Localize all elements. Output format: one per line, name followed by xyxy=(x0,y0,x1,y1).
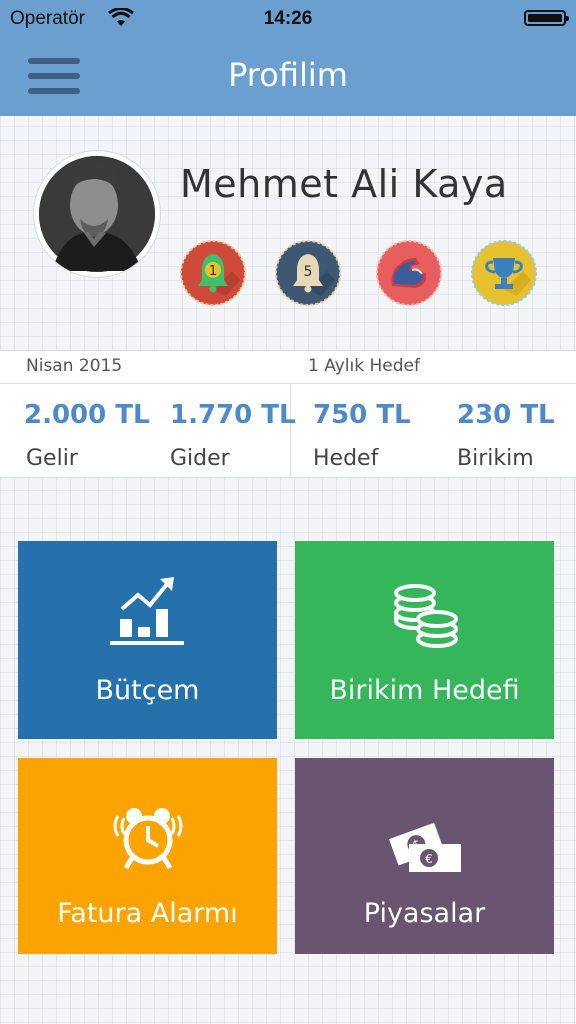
savings-goal-tile-label: Birikim Hedefi xyxy=(329,675,520,706)
page-title: Profilim xyxy=(228,56,348,94)
money-icon: $ € xyxy=(388,822,461,872)
badge-bell-1-icon[interactable]: 1 xyxy=(180,240,246,306)
svg-text:€: € xyxy=(425,852,433,866)
alarm-clock-icon xyxy=(113,808,183,870)
badge-bell-5-icon[interactable]: 5 xyxy=(275,240,341,306)
summary-divider xyxy=(290,384,291,478)
profile-name: Mehmet Ali Kaya xyxy=(180,162,508,206)
status-time: 14:26 xyxy=(263,8,313,29)
status-bar: Operatör 14:26 xyxy=(0,0,576,36)
badge-trophy-icon[interactable] xyxy=(471,240,537,306)
avatar[interactable] xyxy=(34,151,160,277)
income-value: 2.000 TL xyxy=(24,400,150,430)
expense-label: Gider xyxy=(170,446,230,471)
savings-value: 230 TL xyxy=(457,400,555,430)
savings-goal-tile[interactable]: Birikim Hedefi xyxy=(295,541,554,739)
chart-up-icon xyxy=(110,577,184,645)
savings-label: Birikim xyxy=(457,446,534,471)
battery-icon xyxy=(524,10,569,26)
coins-icon xyxy=(394,584,458,648)
bill-alarm-tile[interactable]: Fatura Alarmı xyxy=(18,758,277,954)
income-label: Gelir xyxy=(26,446,78,471)
avatar-photo xyxy=(39,156,155,272)
budget-tile-label: Bütçem xyxy=(95,675,200,706)
markets-tile[interactable]: $ € Piyasalar xyxy=(295,758,554,954)
svg-text:5: 5 xyxy=(304,264,313,280)
target-value: 750 TL xyxy=(313,400,411,430)
expense-value: 1.770 TL xyxy=(170,400,296,430)
target-label: Hedef xyxy=(313,446,379,471)
budget-tile[interactable]: Bütçem xyxy=(18,541,277,739)
badge-flexed-arm-icon[interactable] xyxy=(376,240,442,306)
bill-alarm-tile-label: Fatura Alarmı xyxy=(57,898,238,929)
svg-text:1: 1 xyxy=(209,264,217,279)
markets-tile-label: Piyasalar xyxy=(363,898,486,929)
period-label: Nisan 2015 xyxy=(26,356,123,376)
nav-bar: Profilim xyxy=(0,36,576,116)
goal-period-label: 1 Aylık Hedef xyxy=(308,356,420,376)
